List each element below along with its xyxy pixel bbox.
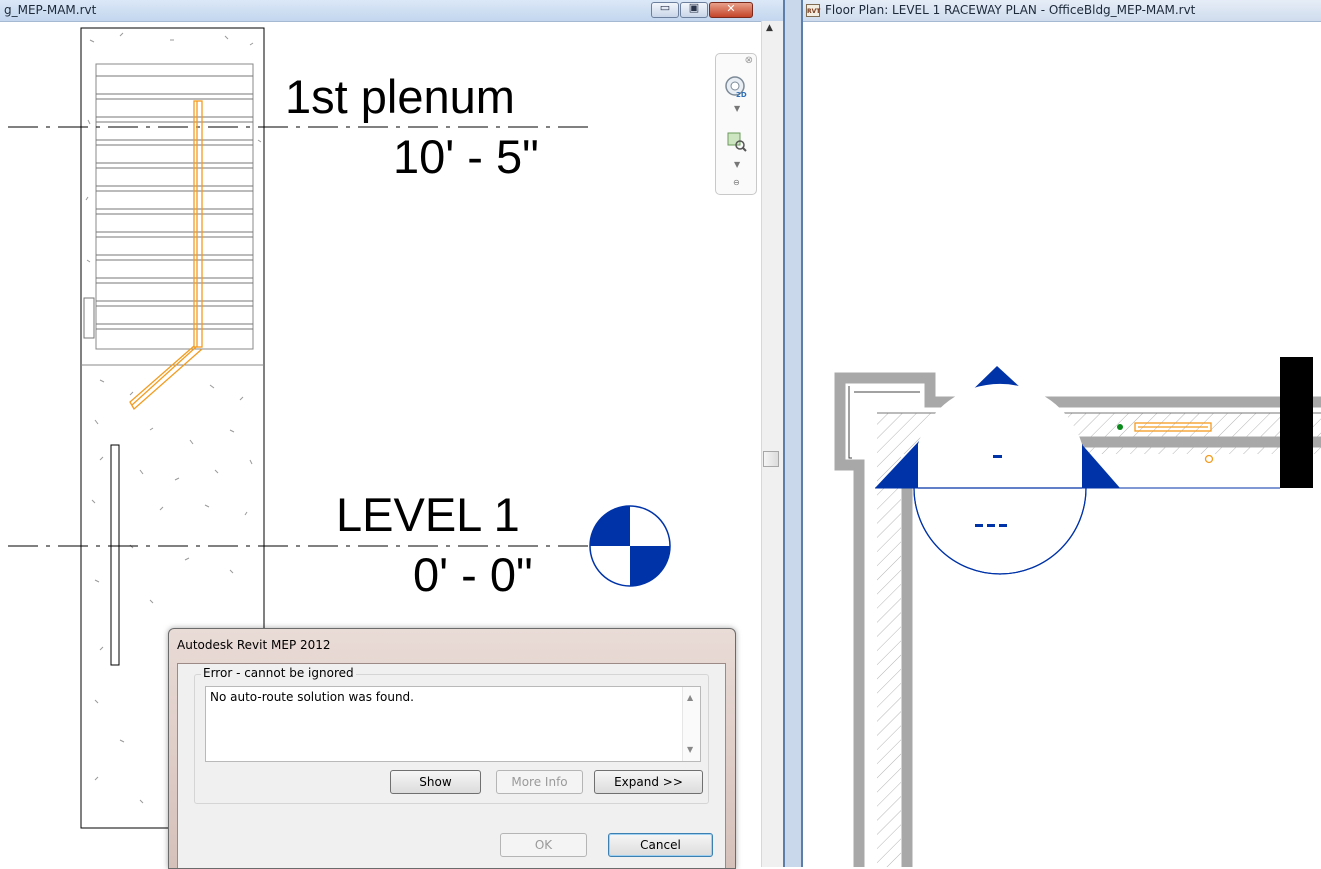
nav-close-icon[interactable]: ⊗ <box>745 55 753 66</box>
close-icon: ✕ <box>726 2 736 15</box>
minimize-icon: ▭ <box>659 1 671 14</box>
error-group: Error - cannot be ignored No auto-route … <box>194 666 709 804</box>
show-button[interactable]: Show <box>390 770 481 794</box>
zoom-dropdown-icon[interactable]: ▼ <box>734 160 740 169</box>
error-box-scrollbar[interactable]: ▲ ▼ <box>682 687 700 761</box>
restore-button[interactable]: ▣ <box>680 1 708 18</box>
navigation-bar[interactable]: ⊗ 2D ▼ ▼ ⊖ <box>715 53 757 195</box>
wheel-2d-label: 2D <box>736 91 747 98</box>
deck-lines <box>83 63 254 350</box>
structural-column <box>1280 357 1313 488</box>
floor-plan-window[interactable]: RVT Floor Plan: LEVEL 1 RACEWAY PLAN - O… <box>803 0 1321 867</box>
ok-button[interactable]: OK <box>500 833 587 857</box>
scroll-up-arrow-icon[interactable]: ▲ <box>766 23 773 33</box>
error-dialog[interactable]: Autodesk Revit MEP 2012 Error - cannot b… <box>168 628 736 869</box>
dialog-body: Error - cannot be ignored No auto-route … <box>177 663 726 868</box>
error-message: No auto-route solution was found. <box>210 690 414 704</box>
scrollbar-thumb[interactable] <box>763 451 779 467</box>
conduit-vertical <box>110 444 120 666</box>
device-marker <box>1117 424 1123 430</box>
view-splitter[interactable] <box>783 0 803 867</box>
rvt-file-icon: RVT <box>806 4 820 17</box>
nav-options-icon[interactable]: ⊖ <box>733 178 740 187</box>
minimize-button[interactable]: ▭ <box>651 1 679 18</box>
expand-button[interactable]: Expand >> <box>594 770 703 794</box>
level-lines <box>8 126 590 547</box>
restore-icon: ▣ <box>688 1 700 14</box>
error-group-label: Error - cannot be ignored <box>201 666 356 680</box>
scroll-down-icon[interactable]: ▼ <box>687 745 693 754</box>
scroll-up-icon[interactable]: ▲ <box>687 693 693 702</box>
right-window-titlebar[interactable]: RVT Floor Plan: LEVEL 1 RACEWAY PLAN - O… <box>803 0 1321 22</box>
level-elevation-1st-plenum[interactable]: 10' - 5" <box>393 133 539 180</box>
steering-wheel-icon[interactable]: 2D <box>725 76 747 98</box>
right-window-title: Floor Plan: LEVEL 1 RACEWAY PLAN - Offic… <box>825 3 1196 17</box>
cancel-button[interactable]: Cancel <box>608 833 713 857</box>
close-window-button[interactable]: ✕ <box>709 2 753 18</box>
zoom-region-icon[interactable] <box>727 132 747 152</box>
more-info-button[interactable]: More Info <box>496 770 583 794</box>
level-name-1st-plenum[interactable]: 1st plenum <box>285 73 515 120</box>
vertical-scrollbar[interactable]: ▲ <box>761 21 783 867</box>
level-elevation-level-1[interactable]: 0' - 0" <box>413 551 533 598</box>
left-window-titlebar[interactable]: g_MEP-MAM.rvt ▭ ▣ ✕ <box>0 0 783 22</box>
wheel-dropdown-icon[interactable]: ▼ <box>734 104 740 113</box>
floor-plan-drawing <box>834 357 1321 867</box>
floor-plan-canvas[interactable] <box>803 21 1321 867</box>
error-message-box[interactable]: No auto-route solution was found. ▲ ▼ <box>205 686 701 762</box>
level-name-level-1[interactable]: LEVEL 1 <box>336 491 520 538</box>
dialog-title: Autodesk Revit MEP 2012 <box>177 638 331 652</box>
left-window-title: g_MEP-MAM.rvt <box>4 3 97 17</box>
level-head-marker <box>589 505 671 587</box>
